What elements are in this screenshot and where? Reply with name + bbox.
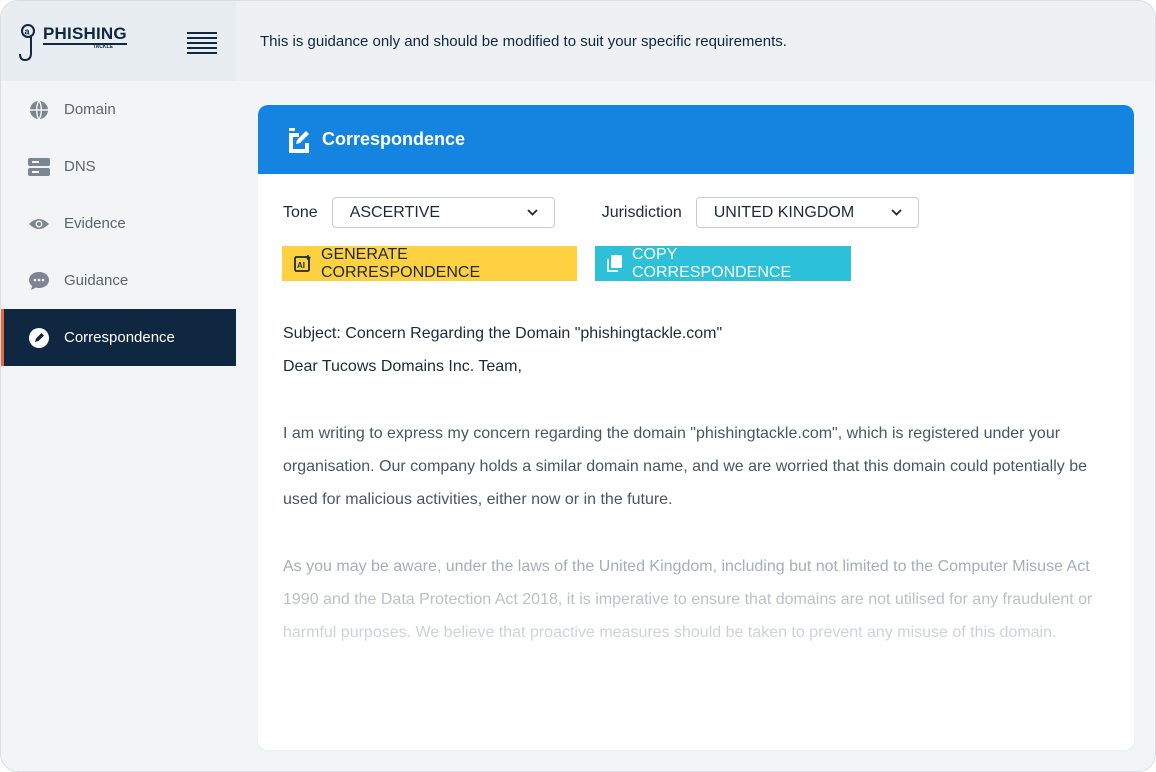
pencil-icon [28, 327, 50, 349]
chat-icon [28, 270, 50, 292]
generate-label: GENERATE CORRESPONDENCE [321, 245, 481, 281]
globe-icon [28, 99, 50, 121]
card-title: Correspondence [322, 129, 466, 149]
copy-label: COPY CORRESPONDENCE [632, 245, 792, 281]
sidebar-item-guidance[interactable]: Guidance [1, 252, 236, 309]
sidebar-item-label: DNS [64, 158, 96, 175]
generate-correspondence-button[interactable]: AI GENERATE CORRESPONDENCE [282, 246, 577, 281]
correspondence-text[interactable]: Subject: Concern Regarding the Domain "p… [283, 317, 1113, 649]
copy-icon [607, 255, 623, 272]
letter-paragraph-2: As you may be aware, under the laws of t… [283, 558, 1093, 641]
ai-image-icon: AI [294, 255, 312, 272]
sidebar-item-domain[interactable]: Domain [1, 81, 236, 138]
sidebar-nav: Domain DNS Evidence Guidance Corresponde… [1, 81, 236, 366]
sidebar-item-label: Evidence [64, 215, 126, 232]
edit-document-icon [286, 127, 312, 153]
sidebar-item-label: Domain [64, 101, 116, 118]
guidance-notice: This is guidance only and should be modi… [260, 32, 787, 50]
sidebar-item-correspondence[interactable]: Correspondence [1, 309, 236, 366]
sidebar: a PHISHING TACKLE Domain DNS Evidence Gu… [1, 1, 236, 771]
svg-text:a: a [25, 27, 31, 37]
logo-bar: a PHISHING TACKLE [1, 1, 236, 81]
chevron-down-icon [527, 209, 538, 216]
card-header: Correspondence [258, 105, 1134, 174]
tone-label: Tone [283, 203, 318, 221]
menu-toggle-icon[interactable] [187, 32, 217, 54]
brand-logo[interactable]: a PHISHING TACKLE [19, 23, 139, 63]
eye-icon [28, 213, 50, 235]
copy-correspondence-button[interactable]: COPY CORRESPONDENCE [595, 246, 851, 281]
action-buttons: AI GENERATE CORRESPONDENCE COPY CORRESPO… [282, 246, 851, 281]
correspondence-card: Correspondence Tone ASCERTIVE Jurisdicti… [258, 105, 1134, 750]
tone-value: ASCERTIVE [349, 203, 441, 221]
options-row: Tone ASCERTIVE Jurisdiction UNITED KINGD… [283, 197, 919, 228]
sidebar-item-dns[interactable]: DNS [1, 138, 236, 195]
server-icon [28, 156, 50, 178]
letter-subject: Subject: Concern Regarding the Domain "p… [283, 325, 723, 342]
sidebar-item-label: Correspondence [64, 329, 175, 346]
sidebar-item-label: Guidance [64, 272, 129, 289]
tone-select[interactable]: ASCERTIVE [331, 197, 555, 228]
hook-icon: a [19, 24, 35, 62]
top-notice-bar: This is guidance only and should be modi… [236, 1, 1155, 81]
app-window: a PHISHING TACKLE Domain DNS Evidence Gu… [0, 0, 1156, 772]
jurisdiction-select[interactable]: UNITED KINGDOM [695, 197, 919, 228]
jurisdiction-value: UNITED KINGDOM [713, 203, 855, 221]
letter-greeting: Dear Tucows Domains Inc. Team, [283, 358, 522, 375]
jurisdiction-label: Jurisdiction [601, 203, 682, 221]
chevron-down-icon [891, 209, 902, 216]
brand-name: PHISHING [43, 24, 127, 45]
sidebar-item-evidence[interactable]: Evidence [1, 195, 236, 252]
brand-sub: TACKLE [93, 44, 113, 50]
letter-paragraph-1: I am writing to express my concern regar… [283, 425, 1087, 508]
svg-text:AI: AI [297, 261, 305, 270]
